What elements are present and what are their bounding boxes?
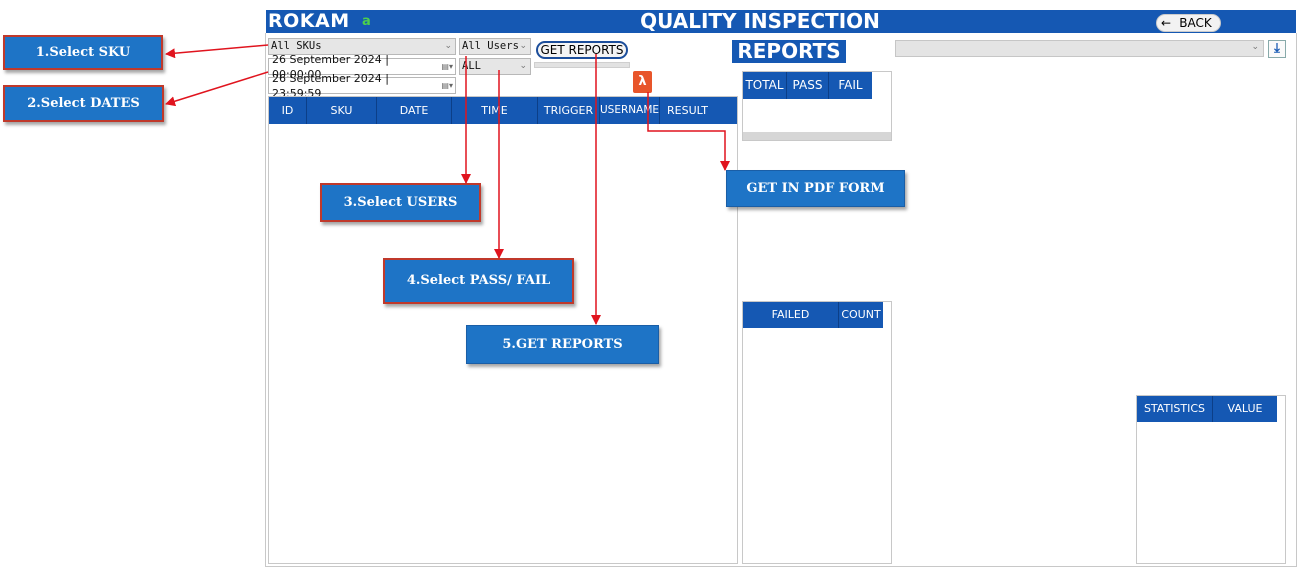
column-header-pass: PASS <box>787 72 829 99</box>
failed-header: FAILED COUNT <box>743 302 891 328</box>
callout-select-users: 3.Select USERS <box>320 183 481 222</box>
column-header-id[interactable]: ID <box>269 97 307 124</box>
statistics-header: STATISTICS VALUE <box>1137 396 1285 422</box>
brand-sub-label: a <box>362 14 371 29</box>
chevron-down-icon: ⌄ <box>444 41 452 51</box>
get-reports-button[interactable]: GET REPORTS <box>536 41 628 59</box>
users-select-value: All Users <box>462 40 519 52</box>
result-select-value: ALL <box>462 60 481 72</box>
column-header-total: TOTAL <box>743 72 787 99</box>
column-header-failed: FAILED <box>743 302 839 328</box>
callout-select-pass-fail: 4.Select PASS/ FAIL <box>383 258 574 304</box>
statistics-table: STATISTICS VALUE <box>1136 395 1286 564</box>
reports-title: REPORTS <box>732 40 846 63</box>
table-header: ID SKU DATE TIME TRIGGER USERNAME RESULT <box>269 97 737 124</box>
column-header-fail: FAIL <box>829 72 872 99</box>
chevron-down-icon: ⌄ <box>1251 42 1259 52</box>
summary-header: TOTAL PASS FAIL <box>743 72 891 99</box>
left-frame-line <box>265 33 266 567</box>
arrow-sku <box>165 44 269 59</box>
download-icon[interactable]: ⤓ <box>1268 40 1286 58</box>
horizontal-scrollbar[interactable] <box>743 132 891 140</box>
column-header-trigger[interactable]: TRIGGER <box>538 97 600 124</box>
column-header-sku[interactable]: SKU <box>307 97 377 124</box>
callout-get-reports: 5.GET REPORTS <box>466 325 659 364</box>
pdf-icon[interactable]: λ <box>633 71 652 93</box>
column-header-result[interactable]: RESULT <box>660 97 715 124</box>
callout-select-sku: 1.Select SKU <box>3 35 163 70</box>
column-header-statistics: STATISTICS <box>1137 396 1213 422</box>
progress-bar <box>534 62 630 68</box>
arrow-left-icon: ← <box>1160 16 1172 30</box>
calendar-icon: ▤▾ <box>441 62 453 71</box>
column-header-date[interactable]: DATE <box>377 97 452 124</box>
chevron-down-icon: ⌄ <box>519 61 527 71</box>
failed-table: FAILED COUNT <box>742 301 892 564</box>
users-select[interactable]: All Users ⌄ <box>459 38 531 55</box>
back-button[interactable]: ← BACK <box>1156 14 1221 32</box>
bottom-frame-line <box>265 566 1297 567</box>
result-select[interactable]: ALL ⌄ <box>459 58 531 75</box>
end-date-field[interactable]: 26 September 2024 | 23:59:59 ▤▾ <box>268 72 456 100</box>
column-header-username[interactable]: USERNAME <box>600 97 660 124</box>
callout-select-dates: 2.Select DATES <box>3 85 164 122</box>
page-title: QUALITY INSPECTION <box>640 9 880 33</box>
back-button-label: BACK <box>1179 16 1212 30</box>
arrow-dates <box>165 71 269 107</box>
summary-table: TOTAL PASS FAIL <box>742 71 892 141</box>
column-header-count: COUNT <box>839 302 883 328</box>
chevron-down-icon: ⌄ <box>519 41 527 51</box>
column-header-value: VALUE <box>1213 396 1277 422</box>
brand-logo: ROKAM <box>268 10 350 32</box>
callout-get-pdf: GET IN PDF FORM <box>726 170 905 207</box>
report-select[interactable]: ⌄ <box>895 40 1264 57</box>
calendar-icon: ▤▾ <box>441 81 453 90</box>
right-frame-line <box>1296 33 1297 567</box>
column-header-time[interactable]: TIME <box>452 97 538 124</box>
